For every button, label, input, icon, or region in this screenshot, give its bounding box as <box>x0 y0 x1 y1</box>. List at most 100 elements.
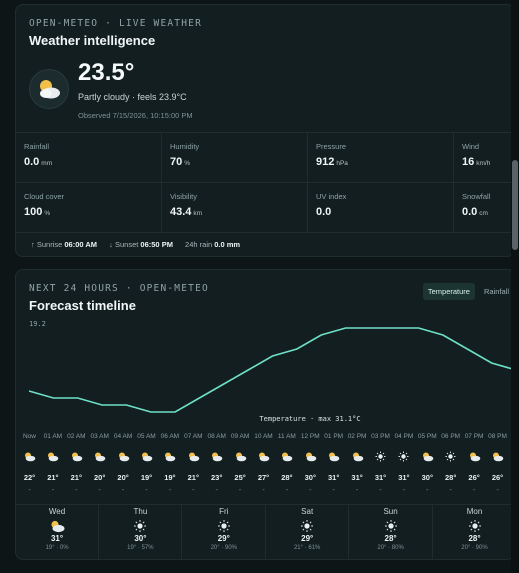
hour-item: Now 22° - <box>18 433 41 494</box>
hour-precip: - <box>496 487 499 494</box>
hour-precip: - <box>355 487 359 494</box>
hour-precip: - <box>168 487 172 494</box>
partly-cloudy-night-icon <box>29 69 69 109</box>
metric-pressure: Pressure 912 hPa <box>308 133 454 183</box>
observed-time: Observed 7/15/2026, 10:15:00 PM <box>78 111 193 120</box>
hour-temperature: 31° <box>328 473 340 482</box>
metric-value: 0.0 mm <box>24 156 53 168</box>
hour-temperature: 21° <box>70 473 82 482</box>
forecast-tabs: Temperature Rainfall <box>422 283 514 300</box>
sun-times-row: ↑ Sunrise 06:00 AM ↓ Sunset 06:50 PM 24h… <box>31 240 250 249</box>
hour-temperature: 28° <box>281 473 293 482</box>
hour-precip: - <box>402 487 406 494</box>
hour-temperature: 31° <box>351 473 363 482</box>
partly-cloudy-icon <box>23 449 36 462</box>
metric-label: Pressure <box>316 142 347 151</box>
hour-time: 10 AM <box>254 433 273 440</box>
temperature-series-line <box>28 327 514 413</box>
tab-rainfall[interactable]: Rainfall <box>479 283 514 300</box>
metric-label: Visibility <box>170 192 197 201</box>
hour-item: 02 AM 21° - <box>65 433 88 494</box>
forecast-chart: 19.2 Temperature · max 31.1°C <box>28 320 514 424</box>
metric-cloud-cover: Cloud cover 100% <box>16 183 162 233</box>
hour-item: 02 PM 31° - <box>346 433 369 494</box>
arrow-up-icon: ↑ <box>31 240 35 249</box>
partly-cloudy-icon <box>280 449 293 462</box>
arrow-down-icon: ↓ <box>109 240 113 249</box>
metric-label: Wind <box>462 142 480 151</box>
hour-precip: - <box>98 487 101 494</box>
hour-item: 04 PM 31° - <box>392 433 415 494</box>
metric-rainfall: Rainfall 0.0 mm <box>16 133 162 183</box>
metric-value: 912 hPa <box>316 156 348 168</box>
hour-precip: - <box>215 487 218 494</box>
hour-precip: - <box>449 487 452 494</box>
hour-temperature: 19° <box>140 473 153 482</box>
forecast-card: NEXT 24 HOURS · OPEN-METEO Forecast time… <box>15 269 515 560</box>
hour-item: 05 PM 30° - <box>416 433 439 494</box>
hour-temperature: 31° <box>398 473 410 482</box>
metric-visibility: Visibility 43.4 km <box>162 183 308 233</box>
hour-temperature: 21° <box>187 473 199 482</box>
hour-item: 03 PM 31° - <box>369 433 392 494</box>
day-high: 31° <box>50 534 64 543</box>
hour-precip: - <box>426 487 429 494</box>
hour-precip: - <box>121 487 125 494</box>
hour-precip: - <box>472 487 476 494</box>
hour-item: 05 AM 19° - <box>135 433 158 494</box>
partly-cloudy-icon <box>163 449 176 462</box>
metric-value: 70% <box>170 156 191 168</box>
forecast-kicker: NEXT 24 HOURS · OPEN-METEO <box>29 283 209 294</box>
day-name: Sat <box>301 507 314 516</box>
day-item: Fri 29° 20° · 90% <box>183 505 266 559</box>
scrollbar-thumb[interactable] <box>512 160 518 250</box>
weather-title: Weather intelligence <box>29 33 156 48</box>
weather-card: OPEN-METEO · LIVE WEATHER Weather intell… <box>15 4 515 257</box>
chart-annotation: Temperature · max 31.1°C <box>259 415 360 423</box>
partly-cloudy-icon <box>117 449 130 462</box>
metric-label: Cloud cover <box>24 192 65 201</box>
metric-value: 0.0 <box>316 206 332 218</box>
day-low-precip: 19° · 57% <box>127 545 154 551</box>
metric-snowfall: Snowfall 0.0 cm <box>454 183 514 233</box>
day-item: Wed 31° 19° · 0% <box>16 505 99 559</box>
metric-label: UV index <box>316 192 347 201</box>
hour-temperature: 30° <box>304 473 316 482</box>
partly-cloudy-icon <box>257 449 270 462</box>
metric-humidity: Humidity 70% <box>162 133 308 183</box>
hour-time: 07 PM <box>464 433 484 440</box>
hour-item: 07 AM 21° - <box>182 433 205 494</box>
y-axis-top-label: 19.2 <box>29 320 46 328</box>
sun-icon <box>383 519 399 533</box>
day-high: 29° <box>217 534 230 543</box>
day-name: Wed <box>48 507 66 516</box>
metric-label: Rainfall <box>24 142 50 151</box>
hour-temperature: 31° <box>374 473 387 482</box>
hour-item: 07 PM 26° - <box>463 433 486 494</box>
tab-temperature[interactable]: Temperature <box>422 283 475 300</box>
partly-cloudy-icon <box>49 519 65 533</box>
hour-item: 06 AM 19° - <box>158 433 181 494</box>
hour-time: 01 PM <box>324 433 344 440</box>
page-scrollbar[interactable] <box>511 0 519 573</box>
day-high: 28° <box>468 534 481 543</box>
partly-cloudy-icon <box>304 449 317 462</box>
hourly-strip: Now 22° - 01 AM 21° - 02 AM 21° - 03 AM 20° - 04 AM 2… <box>16 433 514 503</box>
partly-cloudy-icon <box>468 449 481 462</box>
partly-cloudy-icon <box>210 449 223 462</box>
day-low-precip: 20° · 80% <box>377 545 404 551</box>
partly-cloudy-icon <box>327 449 340 462</box>
day-low-precip: 19° · 0% <box>45 545 69 551</box>
hour-precip: - <box>28 487 31 494</box>
hour-item: 06 PM 28° - <box>439 433 462 494</box>
day-name: Sun <box>383 507 398 516</box>
sun-icon <box>467 519 483 533</box>
day-low-precip: 21° · 61% <box>293 545 321 551</box>
hour-temperature: 27° <box>257 473 270 482</box>
hour-precip: - <box>285 487 289 494</box>
hour-time: 02 AM <box>67 433 86 440</box>
partly-cloudy-icon <box>70 449 83 462</box>
hour-time: 09 AM <box>230 433 250 440</box>
hour-item: 12 PM 30° - <box>299 433 322 494</box>
hour-temperature: 20° <box>117 473 129 482</box>
